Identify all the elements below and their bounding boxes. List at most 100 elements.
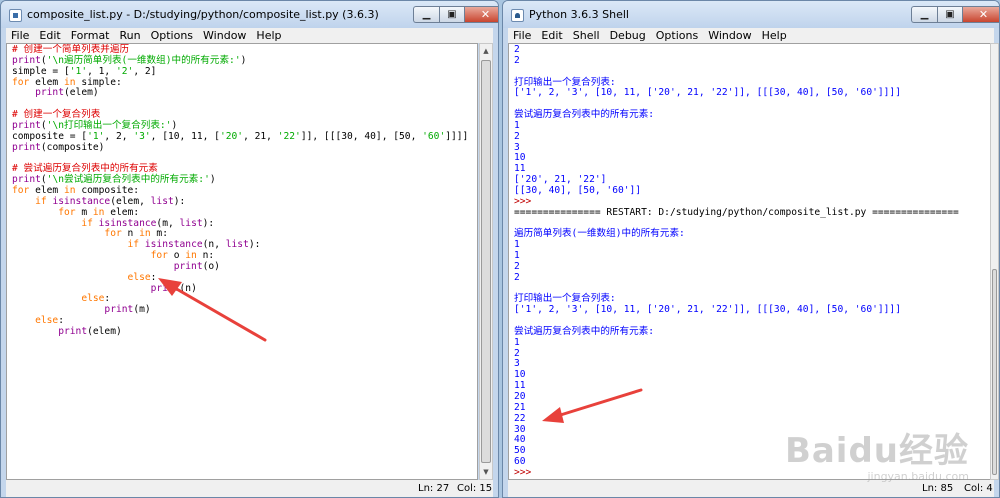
code-token: else — [127, 271, 151, 283]
code-token: : — [104, 293, 111, 305]
code-editor[interactable]: # 创建一个简单列表并遍历 print('\n遍历简单列表(一维数组)中的所有元素… — [6, 43, 478, 480]
menu-file[interactable]: File — [6, 29, 34, 42]
shell-line[interactable]: 2 — [514, 131, 990, 143]
code-line[interactable]: print(m) — [12, 304, 477, 316]
scroll-down-icon[interactable]: ▼ — [480, 465, 492, 479]
watermark-brand: Baidu经验 — [784, 431, 969, 471]
shell-line[interactable]: [[30, 40], [50, '60']] — [514, 185, 990, 197]
code-token: '60' — [422, 130, 446, 142]
maximize-button[interactable]: ▣ — [439, 6, 464, 23]
code-token: (elem) — [87, 325, 122, 337]
shell-line[interactable]: 3 — [514, 359, 990, 370]
shell-line[interactable]: 20 — [514, 391, 990, 403]
code-token: ): — [248, 239, 261, 251]
menu-help[interactable]: Help — [251, 29, 286, 42]
shell-menubar: File Edit Shell Debug Options Window Hel… — [508, 28, 994, 43]
code-token: in — [63, 184, 76, 196]
shell-line[interactable]: 2 — [514, 261, 990, 273]
menu-options[interactable]: Options — [146, 29, 198, 42]
shell-window: Python 3.6.3 Shell ▁ ▣ ✕ File Edit Shell… — [502, 0, 1000, 498]
menu-file[interactable]: File — [508, 29, 536, 42]
editor-title: composite_list.py - D:/studying/python/c… — [27, 8, 379, 21]
shell-line[interactable]: 尝试遍历复合列表中的所有元素: — [514, 109, 990, 121]
code-token: 尝试遍历复合列表中的所有元素: — [514, 109, 655, 121]
code-token: 10 — [514, 369, 526, 381]
shell-line[interactable]: 21 — [514, 402, 990, 414]
menu-debug[interactable]: Debug — [605, 29, 651, 42]
shell-lines[interactable]: 22 打印输出一个复合列表: ['1', 2, '3', [10, 11, ['2… — [509, 44, 990, 479]
code-line[interactable]: print(elem) — [12, 87, 477, 99]
shell-line[interactable]: 1 — [514, 120, 990, 132]
shell-title: Python 3.6.3 Shell — [529, 8, 629, 21]
code-token: print — [12, 174, 41, 186]
shell-line[interactable]: 遍历简单列表(一维数组)中的所有元素: — [514, 228, 990, 240]
shell-line[interactable]: 3 — [514, 142, 990, 154]
code-token: print — [58, 325, 88, 337]
shell-line[interactable]: 10 — [514, 369, 990, 381]
code-line[interactable]: print(elem) — [12, 325, 477, 338]
shell-line[interactable]: ['1', 2, '3', [10, 11, ['20', 21, '22']]… — [514, 304, 990, 316]
code-token: '1' — [87, 130, 105, 142]
menu-help[interactable]: Help — [757, 29, 792, 42]
code-token: 60 — [514, 456, 526, 468]
code-token: for — [12, 76, 30, 88]
editor-scrollbar[interactable]: ▲ ▼ — [479, 43, 493, 480]
code-token: isinstance — [98, 217, 157, 229]
code-token: 50 — [514, 445, 526, 457]
shell-titlebar[interactable]: Python 3.6.3 Shell ▁ ▣ ✕ — [503, 1, 999, 28]
code-token: 遍历简单列表(一维数组)中的所有元素: — [514, 228, 685, 240]
close-button[interactable]: ✕ — [962, 6, 999, 23]
shell-output[interactable]: 22 打印输出一个复合列表: ['1', 2, '3', [10, 11, ['2… — [508, 43, 991, 480]
code-token: , 2, — [104, 130, 134, 142]
minimize-button[interactable]: ▁ — [911, 6, 937, 23]
shell-line[interactable]: 11 — [514, 380, 990, 392]
menu-shell[interactable]: Shell — [568, 29, 605, 42]
shell-line[interactable]: 1 — [514, 239, 990, 251]
line-indicator: Ln: 27 — [418, 483, 450, 494]
shell-line[interactable]: 1 — [514, 250, 990, 262]
menu-window[interactable]: Window — [198, 29, 251, 42]
code-line[interactable]: print(composite) — [12, 141, 477, 154]
menu-edit[interactable]: Edit — [536, 29, 567, 42]
scroll-up-icon[interactable]: ▲ — [480, 44, 492, 58]
code-token: print — [12, 141, 41, 153]
minimize-button[interactable]: ▁ — [413, 6, 439, 23]
menu-options[interactable]: Options — [651, 29, 703, 42]
code-token: m: — [150, 228, 168, 240]
shell-line[interactable]: 1 — [514, 337, 990, 349]
code-token: (elem, — [110, 195, 151, 207]
code-token: (n, — [202, 239, 226, 251]
code-token: , 1, — [87, 65, 116, 77]
code-token: ['20', 21, '22'] — [514, 174, 607, 186]
menu-format[interactable]: Format — [66, 29, 115, 42]
code-token: print — [173, 260, 203, 272]
scrollbar-thumb[interactable] — [992, 269, 997, 475]
close-button[interactable]: ✕ — [464, 6, 498, 23]
code-token: 10 — [514, 152, 526, 164]
editor-menubar: File Edit Format Run Options Window Help — [6, 28, 493, 43]
editor-titlebar[interactable]: composite_list.py - D:/studying/python/c… — [1, 1, 498, 28]
shell-line[interactable]: 尝试遍历复合列表中的所有元素: — [514, 326, 990, 338]
code-token: m — [75, 206, 93, 218]
code-lines[interactable]: # 创建一个简单列表并遍历 print('\n遍历简单列表(一维数组)中的所有元素… — [7, 44, 477, 338]
shell-line[interactable]: 2 — [514, 55, 990, 67]
menu-run[interactable]: Run — [115, 29, 146, 42]
code-token: >>> — [514, 466, 532, 478]
shell-line[interactable]: 2 — [514, 272, 990, 284]
menu-edit[interactable]: Edit — [34, 29, 65, 42]
code-token: ['1', 2, '3', [10, 11, ['20', 21, '22']]… — [514, 304, 901, 316]
shell-line[interactable]: 2 — [514, 348, 990, 360]
shell-line[interactable]: =============== RESTART: D:/studying/pyt… — [514, 207, 990, 219]
shell-caption-buttons: ▁ ▣ ✕ — [911, 6, 999, 23]
shell-scrollbar[interactable] — [990, 43, 999, 480]
scrollbar-thumb[interactable] — [481, 60, 491, 463]
shell-line[interactable]: 2 — [514, 44, 990, 56]
menu-window[interactable]: Window — [703, 29, 756, 42]
shell-line[interactable]: ['1', 2, '3', [10, 11, ['20', 21, '22']]… — [514, 87, 990, 99]
maximize-button[interactable]: ▣ — [937, 6, 962, 23]
shell-line[interactable]: 10 — [514, 153, 990, 164]
code-token: list — [225, 239, 249, 251]
code-token: if — [81, 217, 93, 229]
